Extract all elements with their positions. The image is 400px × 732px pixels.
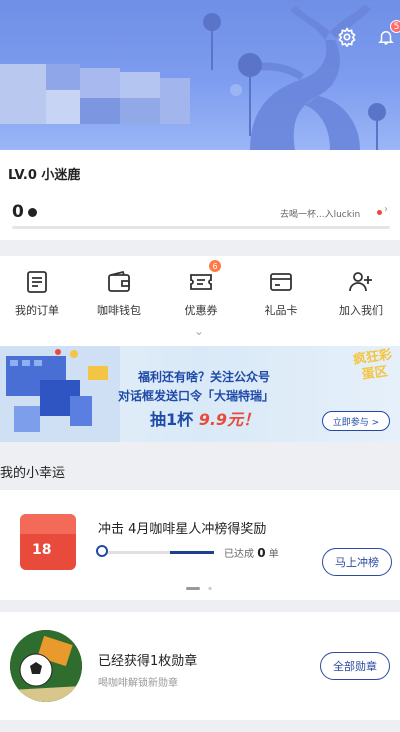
profile-panel: LV.0 小迷鹿 0 去喝一杯...入luckin ›: [0, 150, 400, 240]
menu-item-join-us[interactable]: 加入我们: [326, 268, 396, 318]
chevron-down-icon[interactable]: ⌄: [194, 324, 204, 338]
medal-count-title: 已经获得1枚勋章: [98, 654, 198, 669]
quick-menu: 我的订单 咖啡钱包 6 优惠券 礼品卡 加入我们 ⌄: [0, 256, 400, 346]
ranking-progress-track: [102, 551, 214, 554]
gift-card-icon: [267, 268, 295, 296]
banner-tag: 疯狂彩蛋区: [352, 347, 393, 383]
notification-badge: 5: [390, 20, 400, 33]
banner-line-3: 抽1杯 9.9元！: [150, 406, 259, 430]
banner-price: 9.9元！: [198, 410, 260, 429]
medal-card: 已经获得1枚勋章 喝咖啡解锁新勋章 全部勋章: [0, 612, 400, 720]
menu-label-join-us: 加入我们: [339, 304, 383, 317]
notifications-button[interactable]: 5: [373, 20, 400, 50]
wallet-icon: [105, 268, 133, 296]
menu-item-coupons[interactable]: 6 优惠券: [166, 260, 236, 318]
menu-label-wallet: 咖啡钱包: [97, 304, 141, 317]
menu-label-coupons: 优惠券: [184, 304, 218, 317]
menu-label-orders: 我的订单: [15, 304, 59, 317]
coffee-bean-icon: [28, 208, 37, 217]
gear-icon: [338, 27, 356, 47]
red-envelope-amount: 18: [32, 542, 52, 558]
rank-now-button[interactable]: 马上冲榜: [322, 548, 392, 576]
promo-banner[interactable]: 福利还有啥？关注公众号 对话框发送口令「大瑞特瑞」 抽1杯 9.9元！ 疯狂彩蛋…: [0, 346, 400, 442]
ranking-progress-dot: [96, 545, 108, 557]
blurred-avatar: [0, 64, 200, 134]
order-icon: [23, 268, 51, 296]
join-now-button[interactable]: 立即参与 >: [322, 411, 390, 431]
menu-item-wallet[interactable]: 咖啡钱包: [84, 268, 154, 318]
menu-label-gift-card: 礼品卡: [264, 304, 298, 317]
section-title: 我的小幸运: [0, 466, 66, 481]
banner-draw-text: 抽1杯: [150, 410, 194, 429]
achieved-count: 已达成 0 单: [224, 546, 279, 560]
banner-line-1: 福利还有啥？关注公众号: [138, 370, 271, 384]
all-medals-button[interactable]: 全部勋章: [320, 652, 390, 680]
level-progress-bar: [12, 226, 390, 229]
banner-line-2: 对话框发送口令「大瑞特瑞」: [118, 389, 275, 403]
menu-item-orders[interactable]: 我的订单: [2, 268, 72, 318]
shopping-building-illustration: [0, 346, 120, 442]
coupon-badge: 6: [209, 260, 221, 272]
red-dot-indicator: [377, 210, 382, 215]
points-value[interactable]: 0: [12, 202, 24, 222]
level-progress-text[interactable]: 去喝一杯...入luckin: [280, 207, 360, 220]
red-envelope-icon: 18: [20, 514, 76, 570]
chevron-right-icon[interactable]: ›: [384, 204, 388, 215]
settings-button[interactable]: [334, 24, 360, 50]
soccer-medal-icon: [10, 630, 82, 702]
coupon-icon: 6: [187, 260, 221, 296]
pager-dots: [186, 586, 212, 590]
ranking-title: 冲击 4月咖啡星人冲榜得奖励: [98, 522, 267, 537]
medal-subtitle: 喝咖啡解锁新勋章: [98, 678, 178, 689]
member-level: LV.0 小迷鹿: [8, 168, 81, 183]
menu-item-gift-card[interactable]: 礼品卡: [246, 268, 316, 318]
join-us-icon: [347, 268, 375, 296]
profile-header: 5: [0, 0, 400, 150]
ranking-card: 18 冲击 4月咖啡星人冲榜得奖励 已达成 0 单 马上冲榜: [0, 490, 400, 600]
